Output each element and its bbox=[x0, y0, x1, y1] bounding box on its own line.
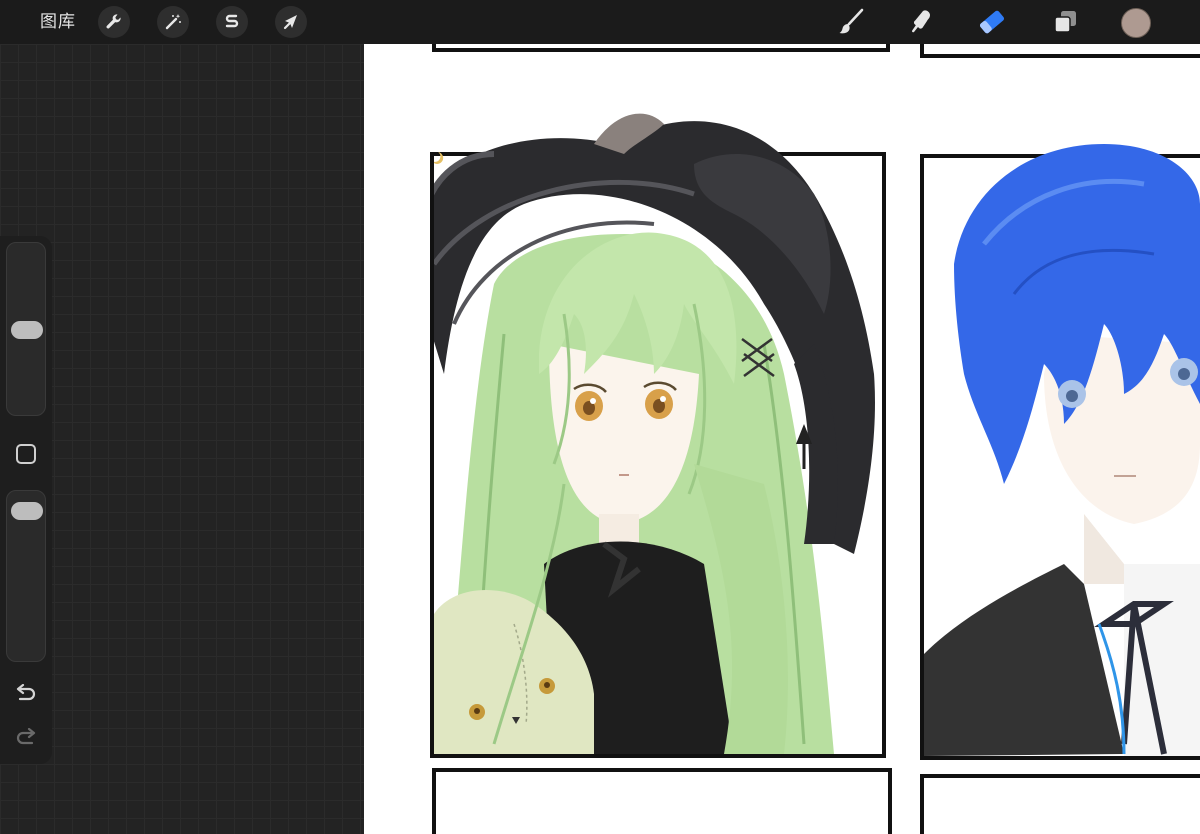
brush-size-thumb[interactable] bbox=[11, 321, 43, 339]
selection-s-icon bbox=[225, 14, 239, 28]
green-hair-girl-art bbox=[434, 113, 875, 754]
smudge-button[interactable] bbox=[906, 6, 938, 38]
color-swatch[interactable] bbox=[1121, 8, 1151, 38]
selection-button[interactable] bbox=[216, 6, 248, 38]
drawing-canvas[interactable] bbox=[364, 44, 1200, 834]
adjustments-button[interactable] bbox=[157, 6, 189, 38]
transform-button[interactable] bbox=[275, 6, 307, 38]
brush-icon bbox=[839, 8, 864, 34]
opacity-slider[interactable] bbox=[6, 490, 46, 662]
eraser-icon bbox=[979, 10, 1005, 34]
sidebar bbox=[0, 236, 52, 764]
top-toolbar: 图库 bbox=[0, 0, 1200, 44]
arrow-cursor-icon bbox=[283, 15, 297, 30]
undo-icon[interactable] bbox=[14, 684, 38, 706]
smudge-icon bbox=[912, 10, 930, 33]
illustration-layer bbox=[434, 113, 1200, 756]
magic-wand-icon bbox=[165, 14, 181, 30]
brush-button[interactable] bbox=[836, 6, 868, 38]
actions-button[interactable] bbox=[98, 6, 130, 38]
eraser-button[interactable] bbox=[976, 6, 1008, 38]
canvas-backdrop bbox=[0, 44, 364, 834]
brush-size-slider[interactable] bbox=[6, 242, 46, 416]
square-modifier-icon[interactable] bbox=[16, 444, 36, 464]
opacity-thumb[interactable] bbox=[11, 502, 43, 521]
wrench-icon bbox=[106, 14, 121, 29]
layers-button[interactable] bbox=[1050, 6, 1082, 38]
gallery-button[interactable]: 图库 bbox=[40, 11, 76, 33]
redo-icon[interactable] bbox=[14, 728, 38, 750]
blue-hair-boy-art bbox=[924, 144, 1200, 756]
layers-icon bbox=[1054, 11, 1076, 33]
